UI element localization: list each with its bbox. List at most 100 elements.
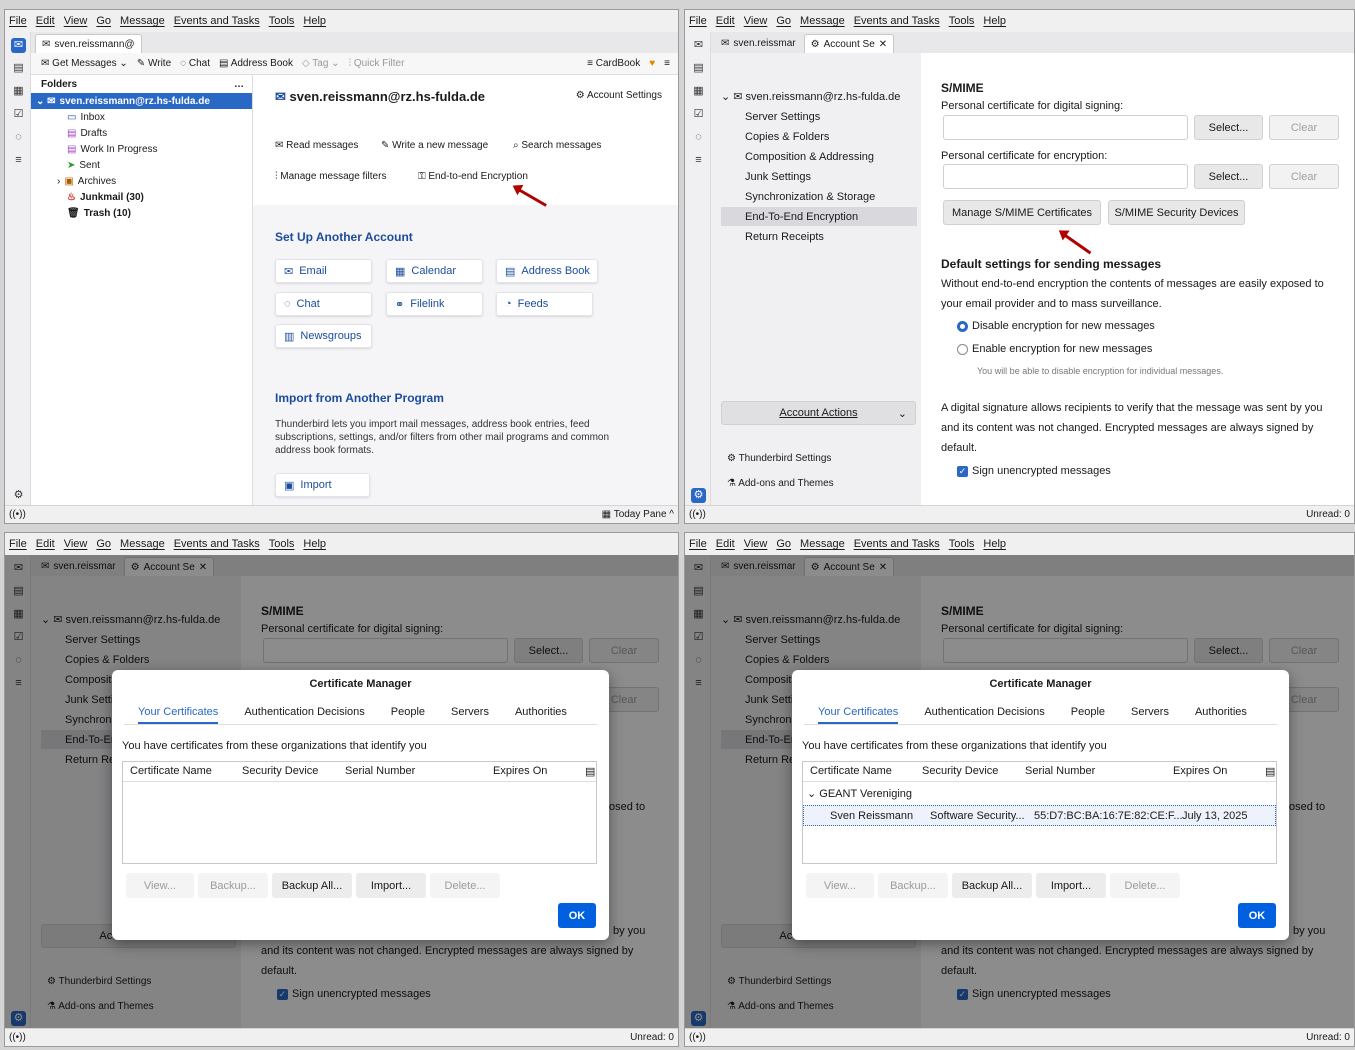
certificate-table[interactable]: Certificate Name Security Device Serial … bbox=[122, 761, 597, 864]
delete-button[interactable]: Delete... bbox=[1110, 873, 1180, 898]
address-book-space-icon[interactable]: ▤ bbox=[11, 61, 26, 76]
view-button[interactable]: View... bbox=[126, 873, 194, 898]
ok-button[interactable]: OK bbox=[1238, 903, 1276, 928]
tab-account-settings[interactable]: ⚙ Account Se ✕ bbox=[803, 34, 895, 53]
menu-help[interactable]: Help bbox=[303, 15, 326, 27]
col-cert-name[interactable]: Certificate Name bbox=[810, 765, 892, 777]
menu-edit[interactable]: Edit bbox=[36, 538, 55, 550]
menu-message[interactable]: Message bbox=[120, 15, 165, 27]
cardbook-space-icon[interactable]: ≡ bbox=[691, 153, 706, 168]
disable-encryption-radio[interactable]: Disable encryption for new messages bbox=[957, 320, 1155, 332]
setup-filelink-button[interactable]: ⚭ Filelink bbox=[386, 292, 483, 316]
folder-trash[interactable]: 🗑 Trash (10) bbox=[31, 205, 252, 221]
folder-junk[interactable]: ♨ Junkmail (30) bbox=[31, 189, 252, 205]
menu-help[interactable]: Help bbox=[983, 538, 1006, 550]
menu-go[interactable]: Go bbox=[96, 15, 111, 27]
import-button[interactable]: ▣ Import bbox=[275, 473, 370, 497]
sign-unencrypted-checkbox[interactable]: ✓ Sign unencrypted messages bbox=[957, 465, 1111, 477]
tab-mail[interactable]: ✉ sven.reissmar bbox=[715, 34, 802, 53]
delete-button[interactable]: Delete... bbox=[430, 873, 500, 898]
col-expires[interactable]: Expires On bbox=[1173, 765, 1227, 777]
tag-button[interactable]: ◇ Tag ⌄ bbox=[302, 58, 340, 69]
menu-view[interactable]: View bbox=[64, 15, 88, 27]
write-message-link[interactable]: ✎ Write a new message bbox=[381, 140, 488, 151]
backup-all-button[interactable]: Backup All... bbox=[952, 873, 1032, 898]
cardbook-button[interactable]: ≡ CardBook bbox=[587, 58, 640, 69]
menu-events[interactable]: Events and Tasks bbox=[174, 538, 260, 550]
tab-your-certificates[interactable]: Your Certificates bbox=[818, 703, 899, 724]
col-security-device[interactable]: Security Device bbox=[922, 765, 998, 777]
menu-help[interactable]: Help bbox=[303, 538, 326, 550]
tab-authorities[interactable]: Authorities bbox=[515, 703, 567, 724]
folder-sent[interactable]: ➤ Sent bbox=[31, 157, 252, 173]
backup-all-button[interactable]: Backup All... bbox=[272, 873, 352, 898]
tab-authorities[interactable]: Authorities bbox=[1195, 703, 1247, 724]
menu-go[interactable]: Go bbox=[96, 538, 111, 550]
address-book-space-icon[interactable]: ▤ bbox=[691, 61, 706, 76]
backup-button[interactable]: Backup... bbox=[198, 873, 268, 898]
folder-wip[interactable]: ▤ Work In Progress bbox=[31, 141, 252, 157]
menu-view[interactable]: View bbox=[744, 15, 768, 27]
mail-space-icon[interactable]: ✉ bbox=[11, 38, 26, 53]
menu-help[interactable]: Help bbox=[983, 15, 1006, 27]
certificate-table[interactable]: Certificate Name Security Device Serial … bbox=[802, 761, 1277, 864]
menu-go[interactable]: Go bbox=[776, 15, 791, 27]
nav-copies-folders[interactable]: Copies & Folders bbox=[721, 127, 917, 146]
setup-email-button[interactable]: ✉ Email bbox=[275, 259, 372, 283]
quick-filter-button[interactable]: ⫶ Quick Filter bbox=[349, 58, 405, 69]
view-button[interactable]: View... bbox=[806, 873, 874, 898]
tab-authentication-decisions[interactable]: Authentication Decisions bbox=[924, 703, 1044, 724]
menu-edit[interactable]: Edit bbox=[716, 538, 735, 550]
enc-clear-button[interactable]: Clear bbox=[1269, 164, 1339, 189]
menu-view[interactable]: View bbox=[64, 538, 88, 550]
menu-tools[interactable]: Tools bbox=[269, 15, 295, 27]
backup-button[interactable]: Backup... bbox=[878, 873, 948, 898]
menu-tools[interactable]: Tools bbox=[949, 15, 975, 27]
security-devices-button[interactable]: S/MIME Security Devices bbox=[1108, 200, 1245, 225]
tab-servers[interactable]: Servers bbox=[451, 703, 489, 724]
enc-select-button[interactable]: Select... bbox=[1194, 164, 1263, 189]
setup-feeds-button[interactable]: ◔ Feeds bbox=[496, 292, 593, 316]
sign-select-button[interactable]: Select... bbox=[1194, 115, 1263, 140]
col-security-device[interactable]: Security Device bbox=[242, 765, 318, 777]
menu-edit[interactable]: Edit bbox=[36, 15, 55, 27]
cert-group-row[interactable]: ⌄ GEANT Vereniging bbox=[807, 787, 912, 800]
tasks-space-icon[interactable]: ☑ bbox=[691, 107, 706, 122]
today-pane-toggle[interactable]: ▦ Today Pane ^ bbox=[602, 509, 674, 520]
menu-events[interactable]: Events and Tasks bbox=[854, 15, 940, 27]
manage-certs-button[interactable]: Manage S/MIME Certificates bbox=[943, 200, 1101, 225]
menu-file[interactable]: File bbox=[9, 538, 27, 550]
account-actions-button[interactable]: Account Actions ⌄ bbox=[721, 401, 916, 425]
get-messages-button[interactable]: ✉ Get Messages ⌄ bbox=[41, 58, 128, 69]
chat-button[interactable]: ◌ Chat bbox=[180, 58, 210, 69]
chat-space-icon[interactable]: ◌ bbox=[691, 130, 706, 145]
menu-message[interactable]: Message bbox=[800, 15, 845, 27]
account-tree-root[interactable]: ⌄ ✉ sven.reissmann@rz.hs-fulda.de bbox=[721, 90, 900, 103]
menu-events[interactable]: Events and Tasks bbox=[854, 538, 940, 550]
donate-icon[interactable]: ♥ bbox=[649, 58, 655, 69]
enc-cert-field[interactable] bbox=[943, 164, 1188, 189]
column-picker-icon[interactable]: ▤ bbox=[585, 765, 595, 778]
folder-inbox[interactable]: ▭ Inbox bbox=[31, 109, 252, 125]
col-serial[interactable]: Serial Number bbox=[1025, 765, 1095, 777]
settings-gear-icon[interactable]: ⚙ bbox=[11, 488, 26, 503]
import-button[interactable]: Import... bbox=[1036, 873, 1106, 898]
import-button[interactable]: Import... bbox=[356, 873, 426, 898]
col-serial[interactable]: Serial Number bbox=[345, 765, 415, 777]
nav-e2e[interactable]: End-To-End Encryption bbox=[721, 207, 917, 226]
nav-composition[interactable]: Composition & Addressing bbox=[721, 147, 917, 166]
menu-message[interactable]: Message bbox=[120, 538, 165, 550]
ok-button[interactable]: OK bbox=[558, 903, 596, 928]
nav-sync[interactable]: Synchronization & Storage bbox=[721, 187, 917, 206]
tasks-space-icon[interactable]: ☑ bbox=[11, 107, 26, 122]
mail-space-icon[interactable]: ✉ bbox=[691, 38, 706, 53]
menu-view[interactable]: View bbox=[744, 538, 768, 550]
nav-server-settings[interactable]: Server Settings bbox=[721, 107, 917, 126]
menu-edit[interactable]: Edit bbox=[716, 15, 735, 27]
write-button[interactable]: ✎ Write bbox=[137, 58, 171, 69]
close-tab-icon[interactable]: ✕ bbox=[879, 39, 887, 50]
menu-go[interactable]: Go bbox=[776, 538, 791, 550]
message-filters-link[interactable]: ⫶ Manage message filters bbox=[275, 171, 386, 182]
tab-servers[interactable]: Servers bbox=[1131, 703, 1169, 724]
account-settings-link[interactable]: ⚙ Account Settings bbox=[576, 90, 662, 101]
